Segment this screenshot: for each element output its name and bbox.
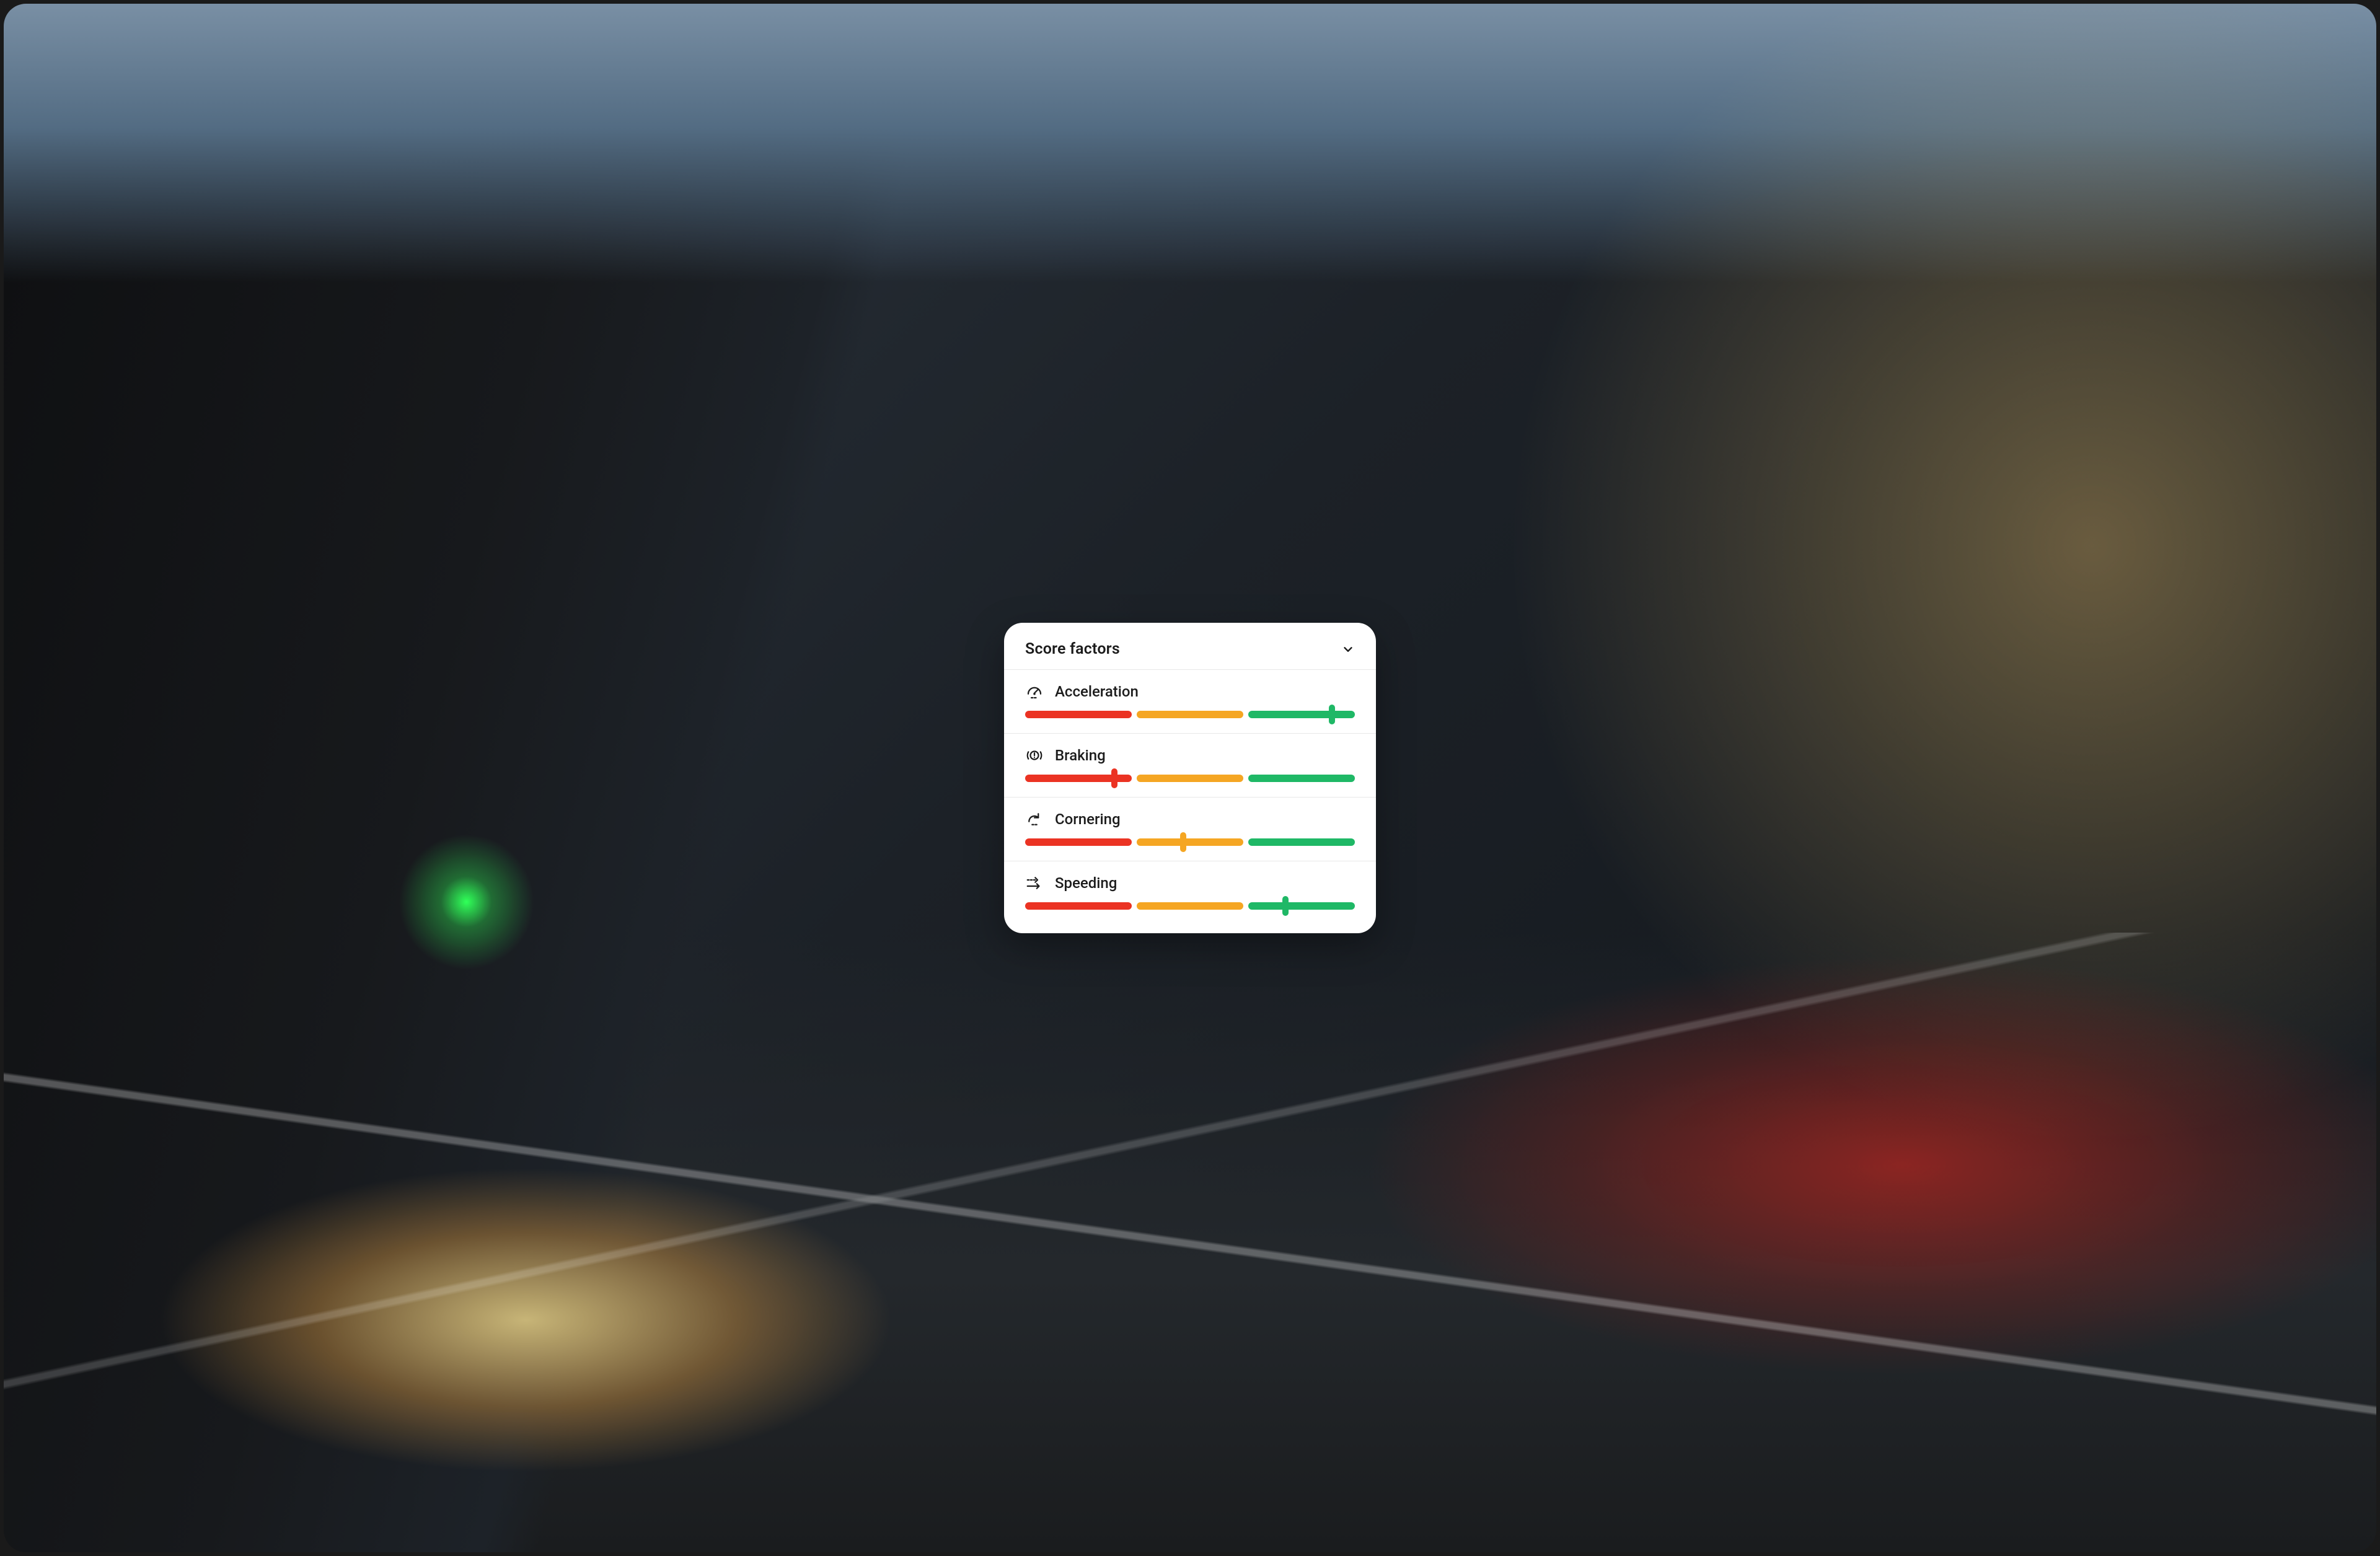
chevron-down-icon[interactable] (1341, 643, 1355, 656)
score-marker[interactable] (1111, 768, 1117, 788)
score-marker[interactable] (1329, 705, 1335, 724)
factor-row-braking: Braking (1004, 734, 1376, 797)
score-factors-card: Score factors Acceleration (1004, 623, 1376, 933)
factor-row-speeding: Speeding (1004, 861, 1376, 925)
segment-orange (1137, 711, 1243, 718)
card-title: Score factors (1025, 640, 1120, 658)
segment-green (1248, 902, 1355, 910)
factor-row-acceleration: Acceleration (1004, 670, 1376, 733)
score-bar-cornering[interactable] (1025, 838, 1355, 846)
card-header[interactable]: Score factors (1004, 626, 1376, 669)
factor-row-cornering: Cornering (1004, 798, 1376, 861)
segment-green (1248, 711, 1355, 718)
segment-orange (1137, 775, 1243, 782)
segment-red (1025, 838, 1132, 846)
score-bar-braking[interactable] (1025, 775, 1355, 782)
factor-label: Acceleration (1055, 683, 1139, 700)
factor-label: Speeding (1055, 874, 1117, 892)
segment-red (1025, 711, 1132, 718)
speeding-icon (1025, 874, 1044, 892)
score-marker[interactable] (1282, 896, 1289, 916)
cornering-icon (1025, 810, 1044, 829)
factor-label: Braking (1055, 747, 1106, 764)
speedometer-icon (1025, 682, 1044, 701)
segment-orange (1137, 902, 1243, 910)
brake-icon (1025, 746, 1044, 765)
score-bar-acceleration[interactable] (1025, 711, 1355, 718)
score-bar-speeding[interactable] (1025, 902, 1355, 910)
score-marker[interactable] (1180, 832, 1186, 852)
factor-label: Cornering (1055, 811, 1121, 828)
segment-orange (1137, 838, 1243, 846)
segment-green (1248, 838, 1355, 846)
segment-green (1248, 775, 1355, 782)
segment-red (1025, 902, 1132, 910)
